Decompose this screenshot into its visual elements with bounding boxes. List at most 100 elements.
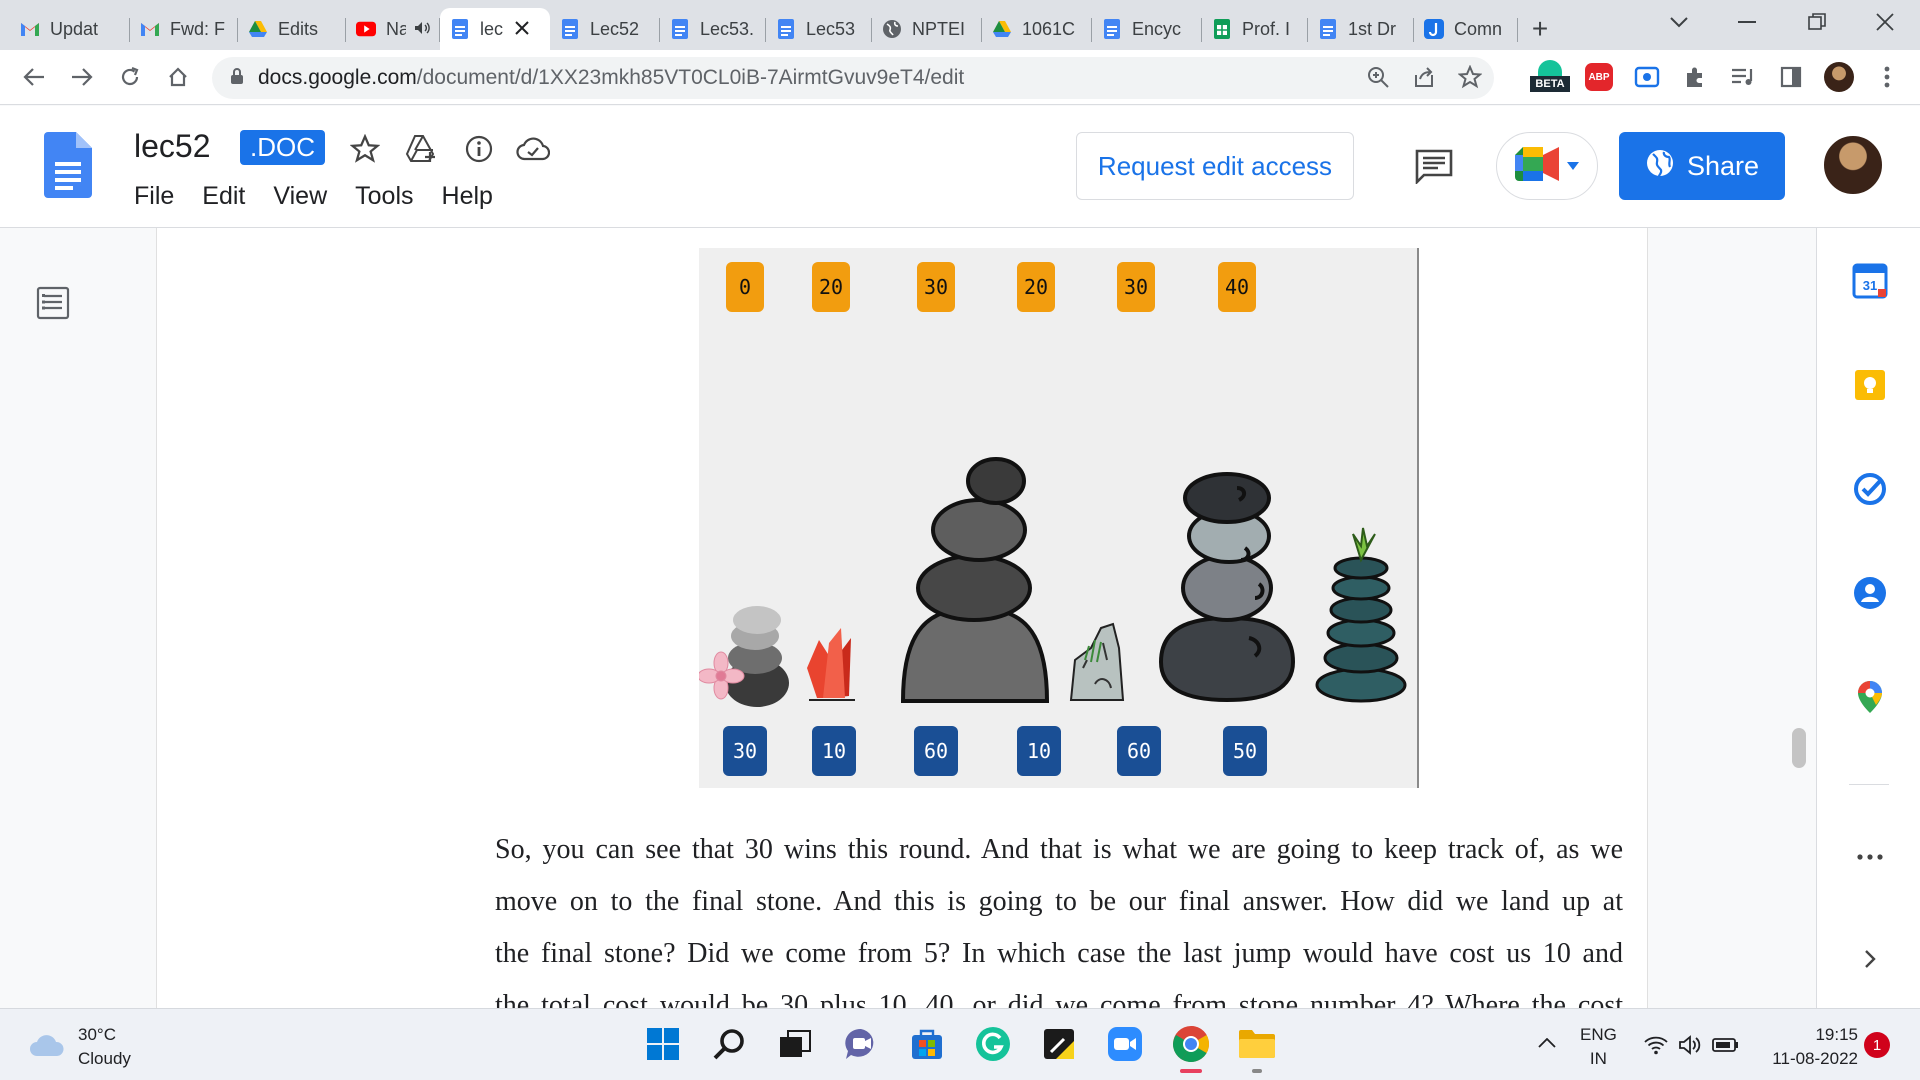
bookmark-star-icon[interactable] — [1457, 64, 1483, 94]
browser-tab[interactable]: NPTEI — [872, 8, 982, 50]
close-window-button[interactable] — [1850, 0, 1920, 44]
grammarly-beta-extension-icon[interactable]: BETA — [1530, 60, 1570, 94]
maps-icon[interactable] — [1851, 678, 1889, 716]
menu-view[interactable]: View — [273, 182, 327, 211]
file-explorer-icon[interactable] — [1236, 1023, 1278, 1073]
browser-tab-title: Lec52 — [590, 18, 640, 39]
menu-edit[interactable]: Edit — [202, 182, 245, 211]
battery-icon[interactable] — [1712, 1037, 1740, 1058]
browser-tab[interactable]: Lec53. — [660, 8, 766, 50]
paragraph-line: move on to the final stone. And this is … — [495, 886, 1623, 917]
zoom-app-icon[interactable] — [1104, 1023, 1146, 1065]
browser-tab-title: Encyc — [1132, 18, 1182, 39]
clock-date: 11-08-2022 — [1772, 1049, 1858, 1068]
browser-tab[interactable]: Fwd: F — [130, 8, 238, 50]
notification-badge[interactable]: 1 — [1864, 1032, 1890, 1058]
browser-tab[interactable]: Updat — [10, 8, 130, 50]
browser-tab[interactable]: Edits — [238, 8, 346, 50]
task-view-icon[interactable] — [774, 1023, 816, 1065]
document-page: 0 20 30 20 30 40 30 10 60 10 60 50 So, y… — [156, 228, 1648, 1008]
microsoft-store-icon[interactable] — [906, 1023, 948, 1065]
globe-icon — [1645, 148, 1675, 185]
reload-button[interactable] — [108, 55, 152, 99]
browser-tab[interactable]: Prof. I — [1202, 8, 1308, 50]
stones-illustration — [699, 457, 1407, 707]
profile-avatar-small[interactable] — [1822, 60, 1856, 94]
browser-tab[interactable]: 1061C — [982, 8, 1092, 50]
document-outline-icon[interactable] — [36, 286, 70, 325]
menu-bar: File Edit View Tools Help — [134, 182, 493, 211]
menu-help[interactable]: Help — [442, 182, 493, 211]
meet-button[interactable] — [1496, 132, 1598, 200]
menu-tools[interactable]: Tools — [355, 182, 413, 211]
comment-history-icon[interactable] — [1414, 148, 1454, 189]
lock-icon — [230, 67, 244, 90]
region-code: IN — [1589, 1049, 1607, 1068]
extensions-puzzle-icon[interactable] — [1678, 60, 1712, 94]
browser-menu-icon[interactable] — [1870, 60, 1904, 94]
taskbar-search-icon[interactable] — [708, 1023, 750, 1065]
sheets-icon — [1212, 19, 1232, 39]
keep-icon[interactable] — [1851, 366, 1889, 404]
browser-tab[interactable]: lec — [440, 8, 550, 50]
wifi-icon[interactable] — [1644, 1035, 1668, 1060]
move-to-drive-icon[interactable] — [404, 132, 438, 166]
calendar-icon[interactable]: 31 — [1851, 262, 1889, 300]
weather-widget[interactable]: 30°C Cloudy — [28, 1023, 131, 1071]
document-body-text: So, you can see that 30 wins this round.… — [495, 824, 1623, 1008]
side-panel: 31 — [1816, 228, 1920, 1008]
language-indicator[interactable]: ENG IN — [1580, 1023, 1617, 1071]
chrome-app-icon[interactable] — [1170, 1023, 1212, 1073]
minimize-button[interactable] — [1712, 0, 1782, 44]
windows-taskbar: 30°C Cloudy ENG IN 19:15 11-08-2022 — [0, 1008, 1920, 1080]
close-tab-icon[interactable] — [515, 18, 529, 41]
url-text: docs.google.com/document/d/1XX23mkh85VT0… — [258, 66, 965, 89]
volume-icon[interactable] — [1678, 1035, 1702, 1060]
stone-2-crystal-illustration — [807, 628, 855, 701]
screen-capture-extension-icon[interactable] — [1630, 60, 1664, 94]
more-apps-icon[interactable] — [1851, 838, 1889, 876]
back-button[interactable] — [12, 55, 56, 99]
menu-file[interactable]: File — [134, 182, 174, 211]
zoom-icon[interactable] — [1366, 65, 1390, 94]
media-control-icon[interactable] — [1726, 60, 1760, 94]
grammarly-app-icon[interactable] — [972, 1023, 1014, 1065]
share-page-icon[interactable] — [1412, 65, 1436, 94]
show-hidden-icons[interactable] — [1538, 1033, 1556, 1053]
stone-3-stack-illustration — [900, 457, 1050, 703]
docs-logo-icon[interactable] — [44, 132, 92, 198]
side-panel-icon[interactable] — [1774, 60, 1808, 94]
browser-tab-title: Lec53. — [700, 18, 755, 39]
forward-button[interactable] — [60, 55, 104, 99]
contacts-icon[interactable] — [1851, 574, 1889, 612]
request-edit-access-button[interactable]: Request edit access — [1076, 132, 1354, 200]
browser-tab[interactable]: Comn — [1414, 8, 1518, 50]
browser-tab[interactable]: Lec52 — [550, 8, 660, 50]
vertical-scrollbar[interactable] — [1792, 728, 1806, 768]
tasks-icon[interactable] — [1851, 470, 1889, 508]
paragraph-line: the final stone? Did we come from 5? In … — [495, 938, 1623, 969]
info-icon[interactable] — [462, 132, 496, 166]
expand-panel-icon[interactable] — [1851, 940, 1889, 978]
teams-chat-icon[interactable] — [840, 1023, 882, 1065]
browser-tab[interactable]: 1st Dr — [1308, 8, 1414, 50]
speaker-icon[interactable] — [414, 19, 430, 40]
svg-text:31: 31 — [1863, 278, 1877, 293]
home-button[interactable] — [156, 55, 200, 99]
browser-tab[interactable]: Lec53 — [766, 8, 872, 50]
adblock-plus-icon[interactable]: ABP — [1582, 60, 1616, 94]
browser-tab[interactable]: Na — [346, 8, 440, 50]
new-tab-button[interactable]: + — [1518, 8, 1562, 50]
restore-button[interactable] — [1782, 0, 1852, 44]
star-icon[interactable] — [348, 132, 382, 166]
sticky-notes-icon[interactable] — [1038, 1023, 1080, 1065]
address-bar[interactable]: docs.google.com/document/d/1XX23mkh85VT0… — [212, 57, 1494, 99]
account-avatar[interactable] — [1822, 134, 1884, 196]
clock[interactable]: 19:15 11-08-2022 — [1758, 1023, 1858, 1071]
share-button[interactable]: Share — [1619, 132, 1785, 200]
windows-start-icon[interactable] — [642, 1023, 684, 1065]
tab-search-icon[interactable] — [1644, 0, 1714, 44]
browser-tab-title: Prof. I — [1242, 18, 1291, 39]
browser-tab[interactable]: Encyc — [1092, 8, 1202, 50]
document-title[interactable]: lec52 — [134, 128, 211, 165]
